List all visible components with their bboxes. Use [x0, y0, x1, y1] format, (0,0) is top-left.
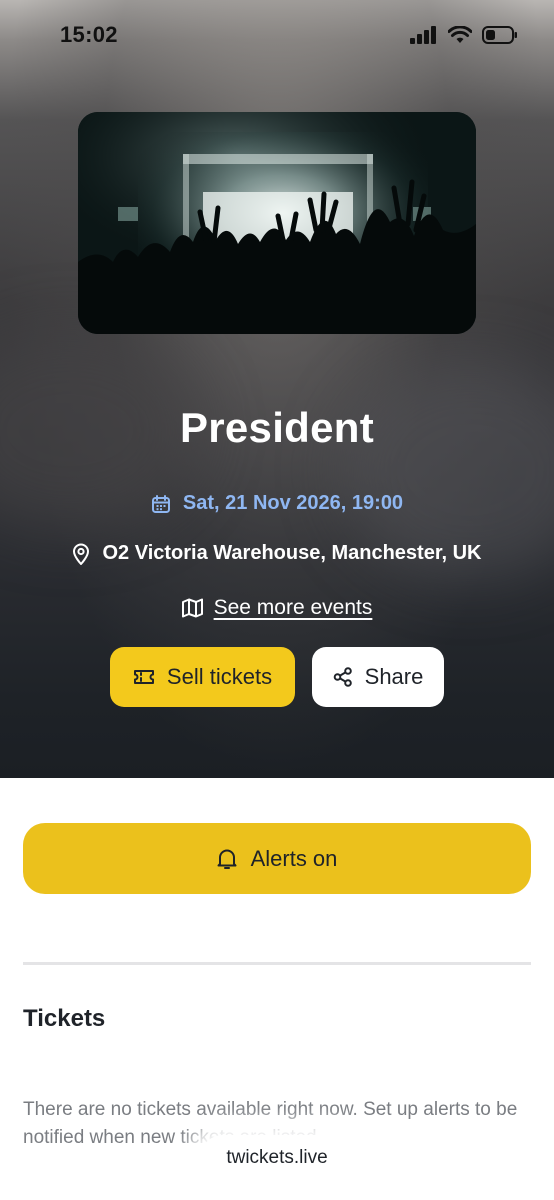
battery-icon [482, 26, 517, 44]
wifi-icon [448, 26, 472, 43]
alerts-label: Alerts on [250, 845, 338, 871]
location-pin-icon [73, 543, 90, 565]
event-image [78, 112, 476, 334]
alerts-toggle-button[interactable]: Alerts on [23, 823, 531, 894]
event-venue-text: O2 Victoria Warehouse, Manchester, UK [102, 542, 482, 564]
status-bar: 15:02 [0, 0, 554, 74]
event-hero: 15:02 President Sat, 21 Nov 2026, 19:00 … [0, 0, 554, 778]
section-divider [23, 962, 531, 965]
status-time: 15:02 [60, 22, 118, 47]
calendar-icon [151, 494, 170, 513]
browser-url-text: twickets.live [226, 1147, 328, 1168]
event-venue: O2 Victoria Warehouse, Manchester, UK [0, 542, 554, 565]
see-more-events-link[interactable]: See more events [0, 596, 554, 620]
share-icon [333, 667, 352, 687]
event-title: President [179, 404, 375, 451]
sell-tickets-label: Sell tickets [166, 664, 273, 689]
bell-icon [217, 849, 237, 869]
share-label: Share [364, 664, 424, 689]
status-icons [410, 26, 518, 44]
browser-url-bar[interactable]: twickets.live [200, 1135, 354, 1181]
sell-tickets-button[interactable]: Sell tickets [110, 647, 295, 707]
event-date-text: Sat, 21 Nov 2026, 19:00 [182, 492, 404, 514]
ticket-icon [133, 670, 154, 684]
map-icon [181, 598, 203, 618]
tickets-heading: Tickets [23, 1005, 106, 1032]
see-more-events-text[interactable]: See more events [214, 596, 373, 620]
event-date: Sat, 21 Nov 2026, 19:00 [0, 492, 554, 515]
cellular-signal-icon [410, 26, 436, 44]
share-button[interactable]: Share [312, 647, 444, 707]
